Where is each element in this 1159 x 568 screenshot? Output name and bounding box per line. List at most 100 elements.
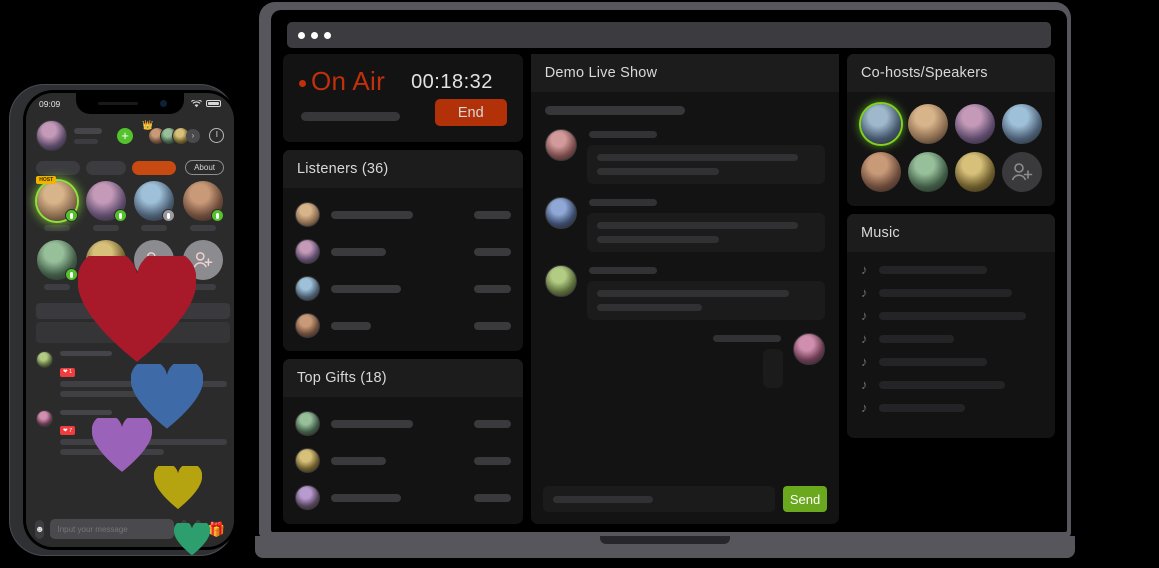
end-broadcast-button[interactable]: End (434, 99, 507, 126)
person-add-icon[interactable] (1002, 152, 1042, 192)
chat-panel: Demo Live Show Send (530, 54, 839, 524)
music-track-row[interactable]: ♪ (861, 378, 1041, 391)
message-input[interactable] (50, 519, 175, 539)
list-item[interactable] (295, 196, 511, 233)
chat-input[interactable] (542, 486, 775, 512)
phone-tab[interactable] (86, 160, 126, 175)
phone-tabs: About (36, 160, 224, 175)
list-item-value (473, 284, 511, 293)
avatar (295, 313, 320, 339)
avatar (544, 265, 577, 297)
music-title: Music (847, 214, 1055, 252)
on-air-placeholder-bar (301, 112, 400, 121)
add-button[interactable]: + (117, 127, 133, 144)
speaker-avatar[interactable] (182, 181, 224, 222)
avatar (544, 129, 577, 161)
music-track-row[interactable]: ♪ (861, 263, 1041, 276)
power-icon[interactable] (209, 128, 224, 143)
list-item-name (331, 321, 371, 330)
phone-header: + 👑 › About (26, 114, 234, 175)
like-badge[interactable]: ❤ 1 (60, 367, 76, 377)
like-badge[interactable]: ❤ 7 (60, 426, 76, 435)
chat-bubble (586, 281, 825, 320)
avatar (295, 239, 320, 265)
cohost-avatar[interactable] (1002, 104, 1042, 144)
speaker-cell[interactable]: HOST (36, 176, 79, 231)
avatar (295, 276, 320, 302)
cohost-avatar[interactable] (908, 152, 948, 192)
speaker-avatar[interactable] (37, 240, 79, 281)
cohost-avatar[interactable] (955, 152, 995, 192)
music-track-row[interactable]: ♪ (861, 332, 1041, 345)
music-track-title (878, 265, 987, 274)
phone-tab[interactable] (132, 160, 176, 175)
on-air-label: On Air (311, 66, 386, 96)
chat-date-stub (544, 106, 685, 115)
cohost-avatar[interactable] (908, 104, 948, 144)
profile-sub-bar (74, 138, 98, 144)
list-item-name (331, 284, 401, 293)
cohost-avatar[interactable] (861, 104, 901, 144)
list-item-value (473, 210, 511, 219)
heart-red-large (78, 256, 196, 365)
chat-text-line (596, 304, 702, 311)
cohost-avatar[interactable] (861, 152, 901, 192)
speaker-name (44, 284, 71, 290)
chat-text-line (596, 168, 719, 175)
battery-icon (206, 100, 221, 107)
cohost-avatar[interactable] (955, 104, 995, 144)
chat-message-list[interactable] (531, 92, 839, 476)
participants-stack[interactable]: 👑 › (142, 120, 200, 147)
music-track-title (878, 288, 1012, 297)
chat-text-line (596, 154, 798, 161)
music-track-row[interactable]: ♪ (861, 309, 1041, 322)
music-track-row[interactable]: ♪ (861, 401, 1041, 414)
list-item[interactable] (295, 307, 511, 344)
avatar[interactable] (36, 120, 67, 151)
speaker-cell[interactable] (85, 181, 128, 231)
chat-bubble (586, 145, 825, 184)
gift-icon[interactable]: 🎁 (208, 521, 225, 538)
avatar (36, 409, 53, 427)
chat-message (544, 265, 825, 320)
list-item[interactable] (295, 442, 511, 479)
list-item-name (331, 493, 401, 502)
emoji-icon[interactable]: ☻ (35, 519, 45, 539)
list-item-value (473, 456, 511, 465)
microphone-icon (65, 268, 79, 281)
avatar (295, 485, 320, 511)
speaker-avatar[interactable] (85, 181, 127, 222)
microphone-icon (210, 209, 224, 222)
chat-message-body (545, 333, 783, 388)
chat-message (544, 197, 825, 252)
window-maximize-dot[interactable] (324, 31, 331, 39)
broadcast-timer: 00:18:32 (411, 71, 493, 93)
list-item[interactable] (295, 233, 511, 270)
about-button[interactable]: About (185, 160, 224, 175)
window-close-dot[interactable] (298, 31, 305, 39)
chat-column: Demo Live Show Send (530, 54, 839, 524)
list-item[interactable] (295, 479, 511, 516)
list-item[interactable] (295, 405, 511, 442)
chevron-right-icon[interactable]: › (186, 128, 200, 143)
speaker-cell[interactable] (182, 181, 225, 231)
list-item[interactable] (295, 270, 511, 307)
music-track-title (878, 311, 1027, 320)
music-track-row[interactable]: ♪ (861, 355, 1041, 368)
chat-bubble (763, 349, 783, 388)
speaker-avatar[interactable] (134, 181, 176, 222)
music-track-row[interactable]: ♪ (861, 286, 1041, 299)
speaker-avatar[interactable]: HOST (36, 176, 79, 222)
chat-message-author (588, 131, 657, 138)
phone-tab[interactable] (36, 160, 80, 175)
window-minimize-dot[interactable] (311, 31, 318, 39)
avatar (544, 197, 577, 229)
avatar (295, 448, 320, 474)
speaker-cell[interactable] (36, 240, 79, 290)
front-camera-icon (160, 100, 167, 107)
send-button[interactable]: Send (783, 486, 827, 512)
on-air-status: On Air (299, 68, 385, 94)
top-gifts-panel: Top Gifts (18) (283, 359, 523, 524)
phone-device: 09:09 + 👑 › About HOST ❤ 1 ❤ 7 ☻ Input y… (2, 85, 242, 568)
speaker-cell[interactable] (133, 181, 176, 231)
